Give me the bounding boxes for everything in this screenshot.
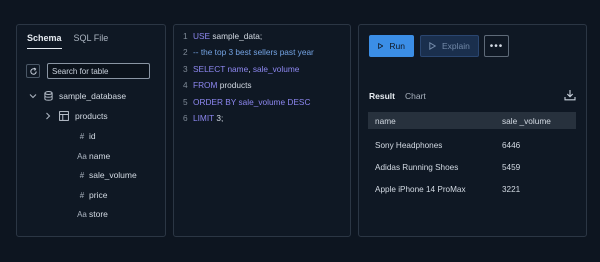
code-token: sample_data;	[212, 31, 263, 41]
column-name: sale_volume	[89, 170, 137, 180]
cell-sale-volume: 5459	[502, 162, 521, 172]
more-icon: •••	[489, 40, 504, 52]
explain-label: Explain	[442, 41, 470, 51]
table-search-input[interactable]	[47, 63, 150, 79]
column-name: name	[89, 151, 111, 161]
code-line[interactable]: 1 USE sample_data;	[183, 31, 314, 47]
line-number: 2	[183, 47, 188, 58]
code-token: 3;	[216, 112, 224, 123]
text-type-icon: Aa	[77, 151, 87, 161]
code-token: FROM	[193, 80, 220, 91]
line-number: 1	[183, 31, 188, 41]
run-label: Run	[389, 41, 405, 51]
more-options-button[interactable]: •••	[484, 35, 509, 57]
code-line[interactable]: 3 SELECT name, sale_volume	[183, 64, 314, 80]
table-row: Sony Headphones 6446	[368, 137, 576, 153]
play-icon	[429, 42, 436, 50]
line-number: 6	[183, 112, 188, 123]
sql-editor[interactable]: 1 USE sample_data; 2 -- the top 3 best sell…	[173, 24, 351, 237]
tree-item-database[interactable]: sample_database	[29, 91, 126, 101]
code-token: USE	[193, 31, 213, 41]
table-row: Adidas Running Shoes 5459	[368, 159, 576, 175]
code-text: FROM products	[193, 80, 252, 96]
column-item[interactable]: # sale_volume	[75, 170, 137, 180]
cell-name: Sony Headphones	[375, 140, 443, 150]
refresh-icon	[29, 67, 37, 75]
code-token: products	[219, 80, 252, 91]
code-line[interactable]: 4 FROM products	[183, 80, 314, 96]
cell-name: Adidas Running Shoes	[375, 162, 459, 172]
result-tabs: Result Chart	[369, 91, 426, 101]
database-name: sample_database	[59, 91, 127, 101]
column-name: id	[89, 131, 96, 141]
tab-schema[interactable]: Schema	[27, 33, 62, 49]
tab-sql-file[interactable]: SQL File	[74, 33, 109, 49]
results-panel: Run Explain ••• Result Chart name sale _…	[358, 24, 587, 237]
column-item[interactable]: # price	[75, 190, 108, 200]
code-line[interactable]: 5 ORDER BY sale_volume DESC	[183, 97, 314, 113]
chevron-down-icon	[29, 94, 37, 99]
tab-result[interactable]: Result	[369, 91, 395, 101]
number-type-icon: #	[79, 170, 85, 180]
column-name: price	[89, 190, 108, 200]
chevron-right-icon	[46, 112, 51, 120]
line-number: 4	[183, 80, 188, 91]
code-token: sale_volume	[252, 63, 300, 74]
code-line[interactable]: 2 -- the top 3 best sellers past year	[183, 47, 314, 63]
cell-name: Apple iPhone 14 ProMax	[375, 184, 466, 194]
table-icon	[59, 111, 69, 121]
schema-tabs: Schema SQL File	[27, 33, 108, 49]
download-icon[interactable]	[564, 89, 576, 101]
table-row: Apple iPhone 14 ProMax 3221	[368, 181, 576, 197]
code-token: sale_volume	[238, 96, 288, 107]
column-item[interactable]: Aa store	[75, 209, 108, 219]
schema-panel: Schema SQL File sample_database products	[16, 24, 166, 237]
cell-sale-volume: 3221	[502, 184, 521, 194]
column-header-name[interactable]: name	[368, 116, 499, 126]
code-line[interactable]: 6 LIMIT 3;	[183, 113, 314, 129]
code-text: ORDER BY sale_volume DESC	[193, 97, 310, 113]
column-item[interactable]: Aa name	[75, 151, 110, 161]
number-type-icon: #	[79, 131, 85, 141]
code-token: SELECT	[193, 63, 228, 74]
tree-item-table[interactable]: products	[44, 111, 108, 121]
text-type-icon: Aa	[77, 209, 87, 219]
code-text: -- the top 3 best sellers past year	[193, 47, 314, 63]
column-item[interactable]: # id	[75, 131, 96, 141]
code-token: DESC	[287, 96, 311, 107]
tab-chart[interactable]: Chart	[405, 91, 426, 101]
number-type-icon: #	[79, 190, 85, 200]
table-name: products	[75, 111, 108, 121]
play-icon	[378, 42, 384, 50]
column-header-sale-volume[interactable]: sale _volume	[499, 116, 551, 126]
code-token: -- the top 3 best sellers past year	[193, 47, 314, 58]
column-name: store	[89, 209, 108, 219]
code-text: SELECT name, sale_volume	[193, 64, 299, 80]
code-token: name	[227, 63, 249, 74]
run-button[interactable]: Run	[369, 35, 414, 57]
line-number: 3	[183, 63, 188, 74]
line-number: 5	[183, 96, 188, 107]
cell-sale-volume: 6446	[502, 140, 521, 150]
refresh-button[interactable]	[26, 64, 40, 78]
code-token: LIMIT	[193, 112, 217, 123]
results-table-header: name sale _volume	[368, 112, 576, 129]
explain-button[interactable]: Explain	[420, 35, 479, 57]
database-icon	[44, 91, 53, 101]
code-area[interactable]: 1 USE sample_data; 2 -- the top 3 best sell…	[183, 31, 314, 129]
code-token: ORDER BY	[193, 96, 239, 107]
code-text: USE sample_data;	[193, 31, 262, 47]
code-text: LIMIT 3;	[193, 113, 223, 129]
